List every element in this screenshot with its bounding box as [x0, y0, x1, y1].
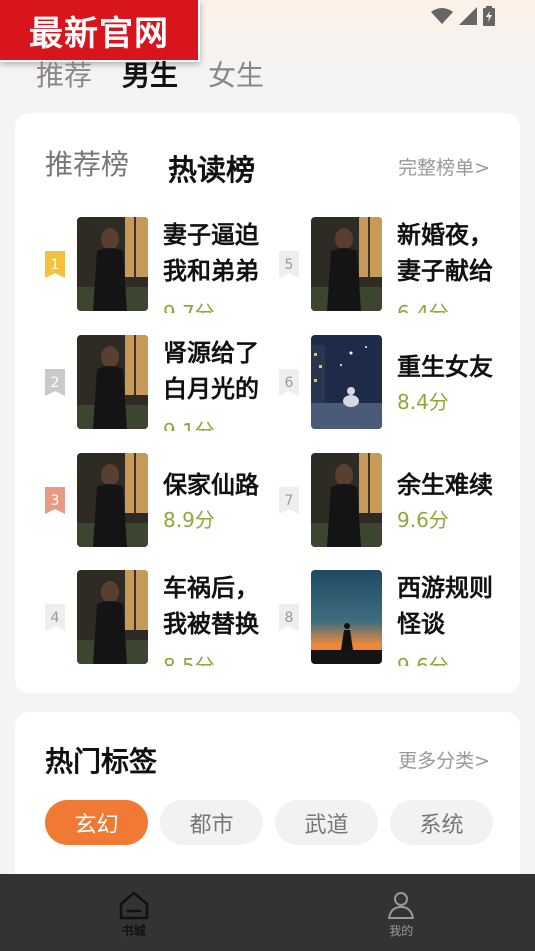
- book-title: 妻子逼迫我和弟弟换命: [163, 221, 259, 285]
- book-score: 9.7分: [163, 301, 215, 313]
- book-cover: [77, 335, 148, 429]
- rank-badge: 1: [45, 251, 65, 278]
- top-tabs: 推荐 男生 女生: [36, 54, 264, 94]
- book-title: 保家仙路: [163, 471, 259, 499]
- tag-dushi[interactable]: 都市: [160, 800, 263, 845]
- book-title: 余生难续: [397, 471, 493, 499]
- tab-hot-read-list[interactable]: 热读榜: [168, 147, 255, 189]
- wifi-icon: [431, 8, 453, 24]
- watermark-logo: 最新官网: [0, 0, 200, 62]
- book-item[interactable]: 4 车祸后，我被替换了 8.5分: [45, 570, 285, 666]
- book-title: 重生女友: [397, 353, 493, 381]
- nav-mine-label: 我的: [389, 924, 414, 938]
- tag-xuanhuan[interactable]: 玄幻: [45, 800, 148, 845]
- battery-icon: [483, 6, 495, 26]
- book-score: 8.4分: [397, 390, 449, 414]
- book-cover: [311, 570, 382, 664]
- book-score: 6.4分: [397, 301, 449, 313]
- book-item[interactable]: 3 保家仙路 8.9分: [45, 453, 285, 549]
- status-bar: [431, 6, 495, 26]
- user-icon: [388, 892, 415, 919]
- tab-female[interactable]: 女生: [208, 54, 264, 94]
- nav-bookstore-label: 书城: [121, 924, 146, 938]
- book-score: 8.5分: [163, 654, 215, 666]
- book-item[interactable]: 2 肾源给了白月光的儿子 9.1分: [45, 335, 285, 431]
- nav-bookstore[interactable]: 书城: [0, 874, 268, 951]
- book-score: 9.6分: [397, 654, 449, 666]
- book-title: 新婚夜，妻子献给了: [397, 221, 493, 285]
- book-cover: [311, 453, 382, 547]
- ranking-card: 推荐榜 热读榜 完整榜单> 1 妻子逼迫我和弟弟换命 9.7分 2: [15, 113, 520, 693]
- hot-tags-card: 热门标签 更多分类> 玄幻 都市 武道 系统: [15, 712, 520, 892]
- signal-icon: [459, 7, 477, 25]
- tab-recommend[interactable]: 推荐: [36, 54, 92, 94]
- tag-wudao[interactable]: 武道: [275, 800, 378, 845]
- book-item[interactable]: 7 余生难续 9.6分: [279, 453, 519, 549]
- tab-recommend-list[interactable]: 推荐榜: [45, 143, 129, 183]
- book-title: 车祸后，我被替换了: [163, 574, 259, 638]
- more-categories-link[interactable]: 更多分类>: [398, 746, 490, 773]
- rank-badge: 4: [45, 604, 65, 631]
- book-title: 西游规则怪谈: [397, 574, 493, 638]
- book-cover: [77, 570, 148, 664]
- tag-xitong[interactable]: 系统: [390, 800, 493, 845]
- rank-badge: 8: [279, 604, 299, 631]
- book-score: 8.9分: [163, 508, 215, 532]
- tag-row: 玄幻 都市 武道 系统: [45, 800, 493, 845]
- tab-male[interactable]: 男生: [122, 54, 178, 94]
- hot-tags-title: 热门标签: [45, 745, 158, 778]
- full-list-link[interactable]: 完整榜单>: [398, 153, 490, 180]
- book-item[interactable]: 1 妻子逼迫我和弟弟换命 9.7分: [45, 217, 285, 313]
- book-item[interactable]: 8 西游规则怪谈 9.6分: [279, 570, 519, 666]
- nav-mine[interactable]: 我的: [268, 874, 535, 951]
- book-score: 9.1分: [163, 419, 215, 431]
- book-score: 9.6分: [397, 508, 449, 532]
- rank-badge: 7: [279, 487, 299, 514]
- book-cover: [77, 453, 148, 547]
- book-cover: [77, 217, 148, 311]
- book-cover: [311, 217, 382, 311]
- rank-badge: 2: [45, 369, 65, 396]
- book-item[interactable]: 5 新婚夜，妻子献给了 6.4分: [279, 217, 519, 313]
- book-title: 肾源给了白月光的儿子: [163, 339, 259, 403]
- bottom-nav: 书城 我的: [0, 874, 535, 951]
- rank-badge: 5: [279, 251, 299, 278]
- ranking-header: 推荐榜 热读榜 完整榜单>: [45, 143, 490, 187]
- rank-badge: 3: [45, 487, 65, 514]
- book-cover: [311, 335, 382, 429]
- rank-badge: 6: [279, 369, 299, 396]
- home-icon: [119, 891, 148, 920]
- book-item[interactable]: 6 重生女友 8.4分: [279, 335, 519, 431]
